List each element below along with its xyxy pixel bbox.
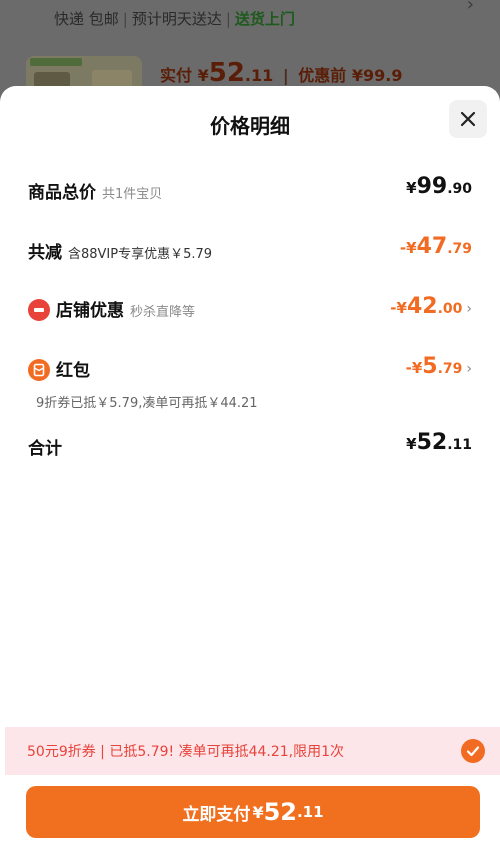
check-icon[interactable] xyxy=(461,739,485,763)
pay-now-button[interactable]: 立即支付 ¥52.11 xyxy=(26,786,480,838)
row-shop-discount[interactable]: 店铺优惠 秒杀直降等 -¥42.00 › xyxy=(28,294,472,323)
door-delivery-label: 送货上门 xyxy=(234,10,295,28)
pay-amount-dec: .11 xyxy=(296,803,324,821)
chevron-right-icon: › xyxy=(466,0,474,15)
total-price-count: 共1件宝贝 xyxy=(102,187,163,202)
row-total-price: 商品总价 共1件宝贝 ¥99.90 xyxy=(28,174,472,203)
pay-now-label: 立即支付 xyxy=(182,804,251,825)
shop-discount-icon xyxy=(28,298,50,321)
red-packet-icon xyxy=(28,358,50,381)
pay-amount-int: 52 xyxy=(263,798,297,826)
reduce-value: -¥47.79 xyxy=(399,234,472,259)
delivery-label: 预计明天送达 xyxy=(131,10,222,28)
shipping-label: 快递 包邮 xyxy=(54,10,119,28)
total-price-label: 商品总价 xyxy=(28,183,96,203)
close-icon xyxy=(460,111,476,127)
background-page: 快递 包邮 | 预计明天送达 | 送货上门 › 实付 ¥52.11 | 优惠前 ¥99.… xyxy=(0,0,500,100)
row-sum: 合计 ¥52.11 xyxy=(28,430,472,459)
chevron-right-icon: › xyxy=(466,361,472,377)
row-red-packet[interactable]: 红包 -¥5.79 › xyxy=(28,354,472,383)
shop-discount-label: 店铺优惠 xyxy=(56,301,124,321)
shop-discount-value: -¥42.00 › xyxy=(390,294,472,319)
shipping-info: 快递 包邮 | 预计明天送达 | 送货上门 xyxy=(54,10,295,28)
red-packet-value: -¥5.79 › xyxy=(405,354,472,379)
pay-yen: ¥ xyxy=(252,802,264,822)
close-button[interactable] xyxy=(449,100,487,138)
coupon-bar[interactable]: 50元9折券 | 已抵5.79! 凑单可再抵44.21,限用1次 xyxy=(5,727,500,775)
shop-discount-sub: 秒杀直降等 xyxy=(130,305,196,320)
row-total-reduce: 共减 含88VIP专享优惠￥5.79 -¥47.79 xyxy=(28,234,472,263)
background-price: 实付 ¥52.11 | 优惠前 ¥99.9 xyxy=(160,58,403,88)
reduce-sub: 含88VIP专享优惠￥5.79 xyxy=(68,247,213,262)
total-price-value: ¥99.90 xyxy=(406,174,472,199)
reduce-label: 共减 xyxy=(28,243,62,263)
red-packet-label: 红包 xyxy=(56,361,90,381)
sheet-title: 价格明细 xyxy=(210,114,290,138)
coupon-text: 50元9折券 | 已抵5.79! 凑单可再抵44.21,限用1次 xyxy=(27,744,345,760)
red-packet-note: 9折券已抵￥5.79,凑单可再抵￥44.21 xyxy=(36,396,258,411)
sum-value: ¥52.11 xyxy=(406,430,472,455)
sum-label: 合计 xyxy=(28,439,62,459)
chevron-right-icon: › xyxy=(466,301,472,317)
